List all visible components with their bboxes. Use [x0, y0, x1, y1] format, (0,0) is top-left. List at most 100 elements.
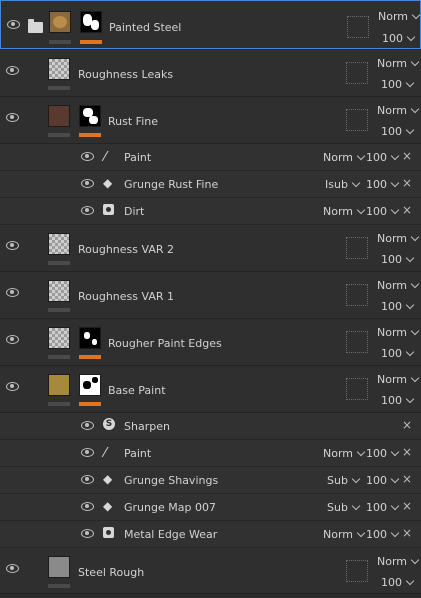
opacity-select[interactable]: 100 — [366, 205, 400, 218]
layer-name[interactable]: Painted Steel — [109, 21, 181, 34]
visibility-eye-icon[interactable] — [7, 20, 20, 29]
visibility-eye-icon[interactable] — [81, 448, 94, 457]
opacity-select[interactable]: 100 — [382, 32, 416, 45]
visibility-eye-icon[interactable] — [81, 475, 94, 484]
channel-slot[interactable] — [346, 109, 368, 131]
effect-name[interactable]: Grunge Map 007 — [124, 501, 216, 514]
opacity-select[interactable]: 100 — [381, 576, 415, 589]
visibility-eye-icon[interactable] — [6, 241, 19, 250]
channel-slot[interactable] — [346, 284, 368, 306]
blend-mode-select[interactable]: Norm — [377, 279, 420, 292]
generator-icon — [103, 204, 114, 215]
visibility-eye-icon[interactable] — [6, 288, 19, 297]
effect-row[interactable]: ◆ Grunge Map 007 Sub 100 × — [0, 494, 421, 521]
opacity-select[interactable]: 100 — [381, 300, 415, 313]
effect-name[interactable]: Grunge Rust Fine — [124, 178, 218, 191]
layer-row-roughness-var-1[interactable]: Roughness VAR 1 Norm 100 — [0, 272, 421, 319]
effect-name[interactable]: Dirt — [124, 205, 144, 218]
effect-row[interactable]: ⁄ Paint Norm 100 × — [0, 144, 421, 171]
layer-row-roughness-leaks[interactable]: Roughness Leaks Norm 100 — [0, 50, 421, 97]
effect-name[interactable]: Metal Edge Wear — [124, 528, 217, 541]
opacity-select[interactable]: 100 — [381, 347, 415, 360]
layer-name[interactable]: Rougher Paint Edges — [108, 337, 222, 350]
opacity-select[interactable]: 100 — [366, 178, 400, 191]
fill-icon: ◆ — [103, 499, 113, 513]
layer-thumbnail — [48, 105, 70, 127]
visibility-eye-icon[interactable] — [6, 335, 19, 344]
close-icon[interactable]: × — [402, 176, 412, 190]
effect-name[interactable]: Paint — [124, 447, 151, 460]
filter-icon: S — [103, 418, 115, 430]
effect-name[interactable]: Sharpen — [124, 420, 170, 433]
visibility-eye-icon[interactable] — [81, 502, 94, 511]
layer-thumbnail — [48, 556, 70, 578]
blend-mode-select[interactable]: Norm — [323, 205, 366, 218]
opacity-select[interactable]: 100 — [381, 253, 415, 266]
effect-row[interactable]: S Sharpen × — [0, 413, 421, 440]
blend-mode-select[interactable]: Norm — [377, 555, 420, 568]
layer-name[interactable]: Steel Rough — [78, 566, 144, 579]
layer-name[interactable]: Roughness Leaks — [78, 68, 173, 81]
blend-mode-select[interactable]: Norm — [377, 373, 420, 386]
blend-mode-select[interactable]: Norm — [377, 57, 420, 70]
channel-slot[interactable] — [346, 378, 368, 400]
visibility-eye-icon[interactable] — [6, 66, 19, 75]
channel-slot[interactable] — [346, 560, 368, 582]
layer-name[interactable]: Base Paint — [108, 384, 166, 397]
blend-mode-select[interactable]: Norm — [377, 326, 420, 339]
layer-name[interactable]: Roughness VAR 1 — [78, 290, 174, 303]
effect-row[interactable]: Dirt Norm 100 × — [0, 198, 421, 225]
close-icon[interactable]: × — [402, 418, 412, 432]
layer-name[interactable]: Rust Fine — [108, 115, 158, 128]
effect-row[interactable]: ◆ Grunge Shavings Sub 100 × — [0, 467, 421, 494]
opacity-select[interactable]: 100 — [381, 125, 415, 138]
opacity-select[interactable]: 100 — [381, 394, 415, 407]
blend-mode-select[interactable]: Norm — [377, 232, 420, 245]
close-icon[interactable]: × — [402, 203, 412, 217]
visibility-eye-icon[interactable] — [6, 564, 19, 573]
mask-bar — [79, 355, 101, 359]
layer-row-roughness-var-2[interactable]: Roughness VAR 2 Norm 100 — [0, 225, 421, 272]
effect-row[interactable]: ◆ Grunge Rust Fine Isub 100 × — [0, 171, 421, 198]
visibility-eye-icon[interactable] — [6, 382, 19, 391]
close-icon[interactable]: × — [402, 526, 412, 540]
opacity-select[interactable]: 100 — [366, 447, 400, 460]
layer-row-rust-fine[interactable]: Rust Fine Norm 100 — [0, 97, 421, 144]
channel-slot[interactable] — [346, 62, 368, 84]
layer-row-painted-steel[interactable]: Painted Steel Norm 100 — [0, 0, 421, 49]
blend-mode-select[interactable]: Norm — [323, 528, 366, 541]
blend-mode-select[interactable]: Norm — [323, 151, 366, 164]
layer-name[interactable]: Roughness VAR 2 — [78, 243, 174, 256]
effect-name[interactable]: Paint — [124, 151, 151, 164]
layer-row-base-paint[interactable]: Base Paint Norm 100 — [0, 366, 421, 413]
blend-mode-select[interactable]: Sub — [327, 501, 361, 514]
opacity-select[interactable]: 100 — [381, 78, 415, 91]
blend-mode-select[interactable]: Norm — [377, 104, 420, 117]
blend-mode-select[interactable]: Norm — [323, 447, 366, 460]
visibility-eye-icon[interactable] — [6, 113, 19, 122]
opacity-select[interactable]: 100 — [366, 528, 400, 541]
layer-row-steel-rough[interactable]: Steel Rough Norm 100 — [0, 548, 421, 594]
visibility-eye-icon[interactable] — [81, 206, 94, 215]
blend-mode-select[interactable]: Norm — [378, 10, 421, 23]
close-icon[interactable]: × — [402, 472, 412, 486]
close-icon[interactable]: × — [402, 445, 412, 459]
channel-slot[interactable] — [347, 16, 369, 38]
effect-name[interactable]: Grunge Shavings — [124, 474, 218, 487]
visibility-eye-icon[interactable] — [81, 421, 94, 430]
channel-slot[interactable] — [346, 237, 368, 259]
blend-mode-select[interactable]: Isub — [325, 178, 361, 191]
channel-slot[interactable] — [346, 331, 368, 353]
blend-mode-select[interactable]: Sub — [327, 474, 361, 487]
visibility-eye-icon[interactable] — [81, 152, 94, 161]
visibility-eye-icon[interactable] — [81, 529, 94, 538]
opacity-select[interactable]: 100 — [366, 501, 400, 514]
effect-row[interactable]: ⁄ Paint Norm 100 × — [0, 440, 421, 467]
effect-row[interactable]: Metal Edge Wear Norm 100 × — [0, 521, 421, 548]
opacity-select[interactable]: 100 — [366, 474, 400, 487]
visibility-eye-icon[interactable] — [81, 179, 94, 188]
opacity-select[interactable]: 100 — [366, 151, 400, 164]
close-icon[interactable]: × — [402, 499, 412, 513]
close-icon[interactable]: × — [402, 149, 412, 163]
layer-row-rougher-paint-edges[interactable]: Rougher Paint Edges Norm 100 — [0, 319, 421, 366]
